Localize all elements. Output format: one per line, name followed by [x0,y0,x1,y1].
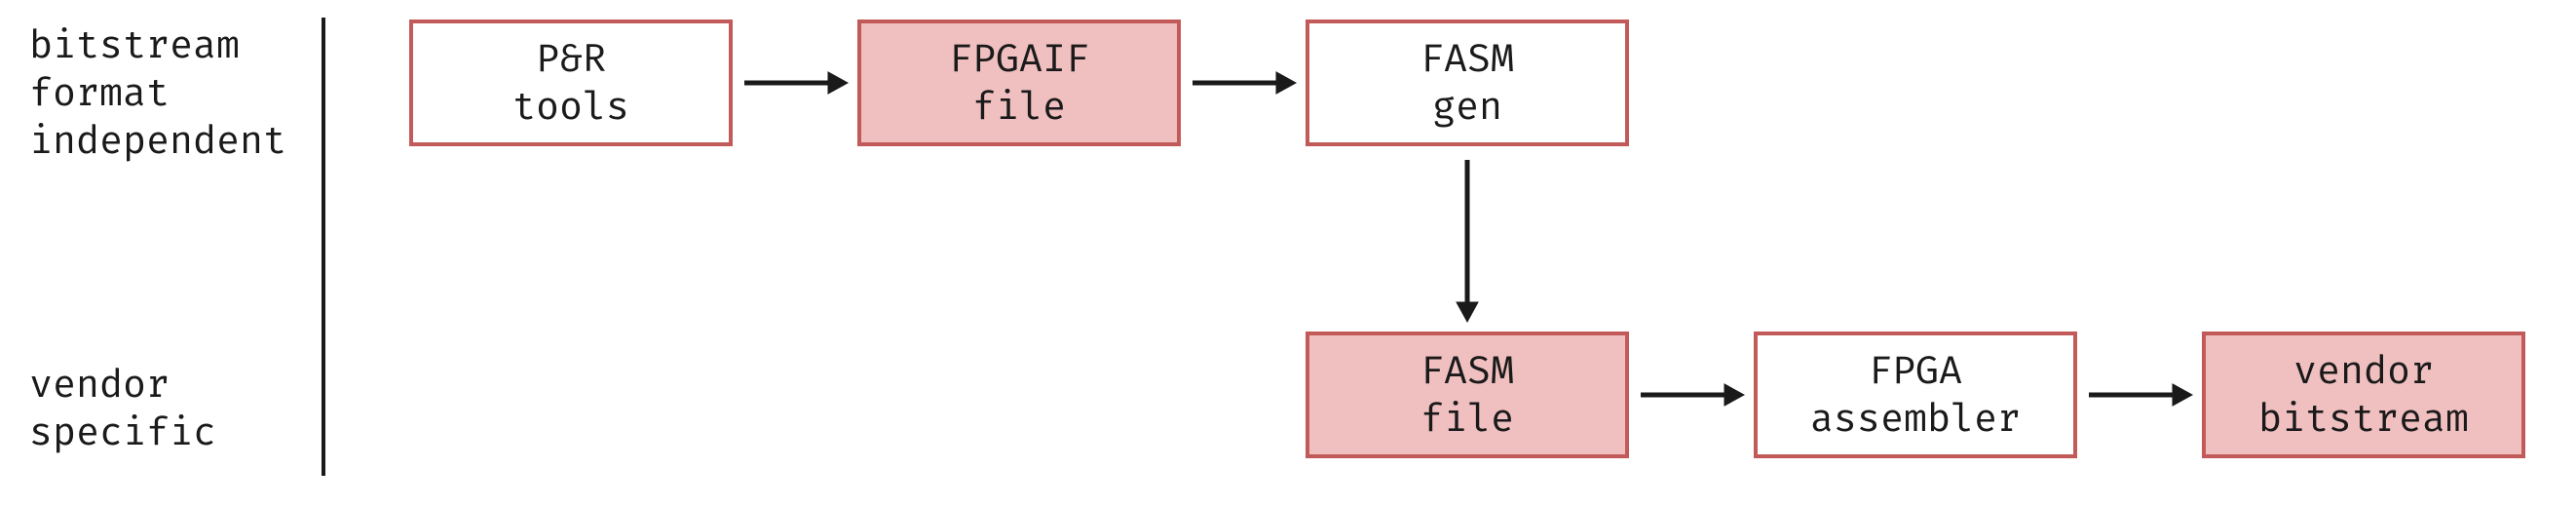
row-label-vendor-specific: vendor specific [29,361,216,456]
arrow-right-icon [2083,380,2196,410]
row-divider [322,18,325,476]
node-fasm-gen: FASM gen [1306,20,1629,146]
node-pr-tools: P&R tools [409,20,733,146]
row-label-independent: bitstream format independent [29,21,286,164]
node-label: FPGA assembler [1810,347,2021,443]
node-fpgaif-file: FPGAIF file [857,20,1181,146]
arrow-right-icon [739,68,852,98]
node-label: P&R tools [512,35,629,131]
arrow-right-icon [1187,68,1300,98]
arrow-down-icon [1453,154,1482,326]
diagram-stage: bitstream format independent vendor spec… [0,0,2576,507]
node-label: FPGAIF file [949,35,1089,131]
node-fpga-assembler: FPGA assembler [1754,332,2077,458]
node-label: vendor bitstream [2258,347,2469,443]
node-fasm-file: FASM file [1306,332,1629,458]
arrow-right-icon [1635,380,1748,410]
node-label: FASM file [1421,347,1514,443]
node-vendor-bitstream: vendor bitstream [2202,332,2525,458]
node-label: FASM gen [1421,35,1514,131]
